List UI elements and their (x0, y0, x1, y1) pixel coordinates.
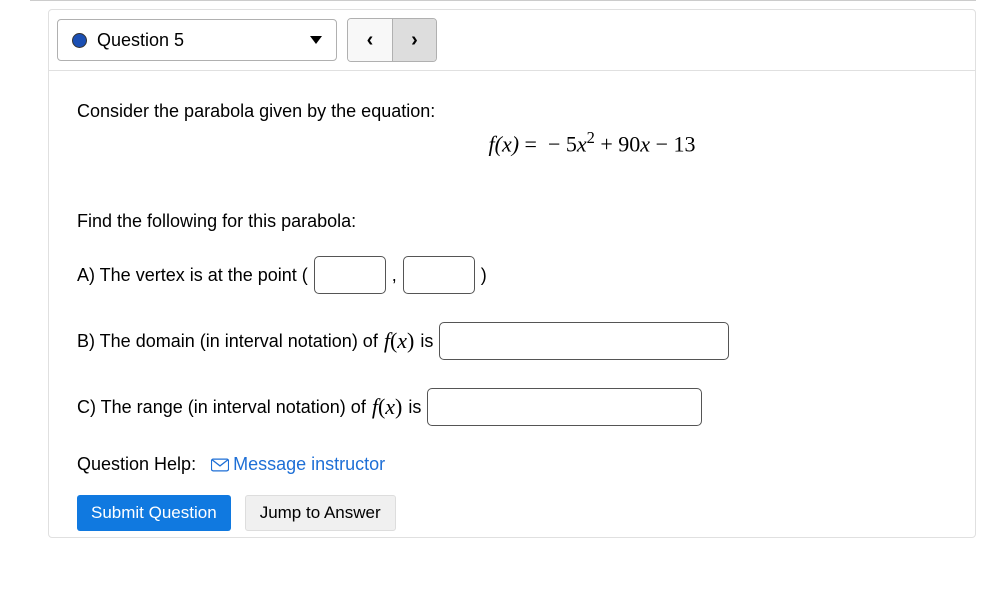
prev-question-button[interactable]: ‹ (348, 19, 392, 61)
part-c: C) The range (in interval notation) of f… (77, 388, 947, 426)
vertex-y-input[interactable] (403, 256, 475, 294)
mail-icon (211, 456, 229, 477)
comma: , (392, 265, 397, 286)
question-body: Consider the parabola given by the equat… (49, 71, 975, 537)
fx-c: f(x) (372, 394, 403, 420)
chevron-right-icon: › (411, 29, 418, 52)
part-c-label-post: is (408, 397, 421, 418)
question-nav: ‹ › (347, 18, 437, 62)
status-dot-icon (72, 33, 87, 48)
equation: f(x) = − 5x2 + 90x − 13 (77, 128, 947, 161)
prompt-text: Consider the parabola given by the equat… (77, 101, 947, 122)
next-question-button[interactable]: › (392, 19, 436, 61)
chevron-left-icon: ‹ (367, 29, 374, 52)
fx-b: f(x) (384, 328, 415, 354)
domain-input[interactable] (439, 322, 729, 360)
part-c-label-pre: C) The range (in interval notation) of (77, 397, 366, 418)
question-header: Question 5 ‹ › (49, 10, 975, 71)
part-a: A) The vertex is at the point ( , ) (77, 256, 947, 294)
help-label: Question Help: (77, 454, 196, 474)
caret-down-icon (310, 36, 322, 44)
button-row: Submit Question Jump to Answer (77, 495, 947, 531)
message-instructor-link[interactable]: Message instructor (211, 454, 385, 474)
part-a-label: A) The vertex is at the point ( (77, 265, 308, 286)
part-b-label-post: is (420, 331, 433, 352)
part-b: B) The domain (in interval notation) of … (77, 322, 947, 360)
submit-question-button[interactable]: Submit Question (77, 495, 231, 531)
vertex-x-input[interactable] (314, 256, 386, 294)
message-instructor-text: Message instructor (233, 454, 385, 474)
find-label: Find the following for this parabola: (77, 211, 947, 232)
question-help: Question Help: Message instructor (77, 454, 947, 477)
jump-to-answer-button[interactable]: Jump to Answer (245, 495, 396, 531)
question-selector[interactable]: Question 5 (57, 19, 337, 61)
close-paren: ) (481, 265, 487, 286)
question-card: Question 5 ‹ › Consider the parabola giv… (48, 9, 976, 538)
part-b-label-pre: B) The domain (in interval notation) of (77, 331, 378, 352)
range-input[interactable] (427, 388, 702, 426)
question-label: Question 5 (97, 30, 184, 51)
